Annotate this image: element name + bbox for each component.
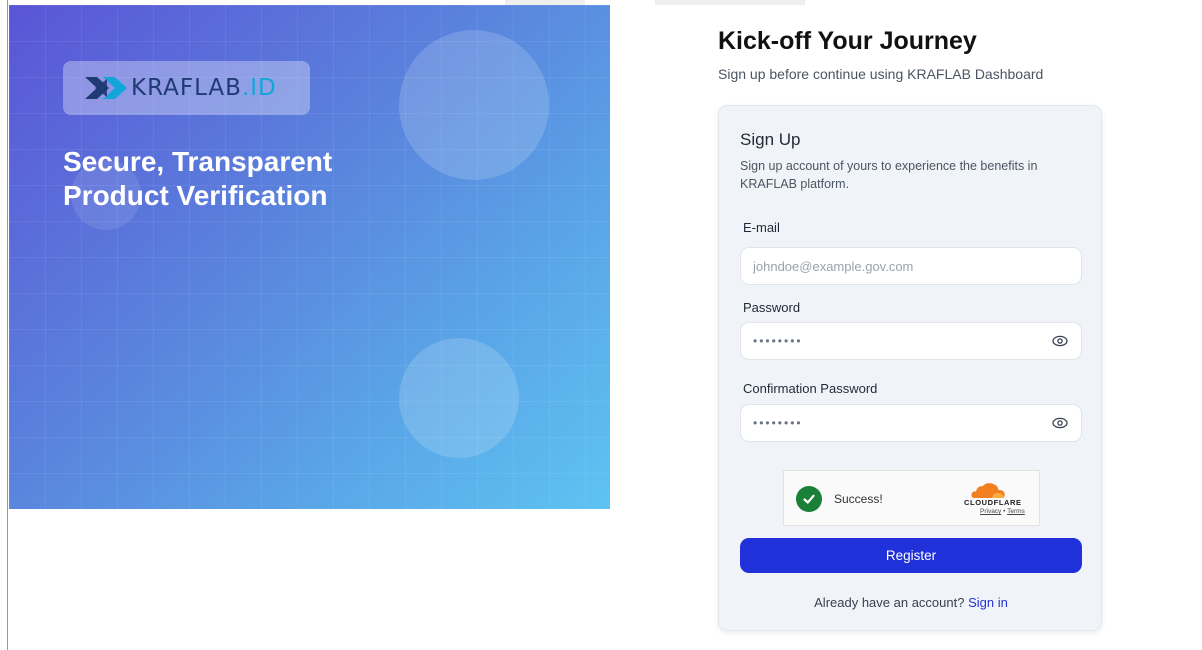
kraflab-logo-icon xyxy=(85,77,127,99)
captcha-status: Success! xyxy=(834,492,883,506)
brand-logo: KRAFLAB.ID xyxy=(63,61,310,115)
eye-icon[interactable] xyxy=(1051,414,1069,432)
hero-decor-circle xyxy=(399,338,519,458)
email-label: E-mail xyxy=(743,220,780,235)
hero-panel: KRAFLAB.ID Secure, Transparent Product V… xyxy=(9,5,610,509)
email-field[interactable] xyxy=(753,258,1069,274)
hero-title-line: Product Verification xyxy=(63,180,328,211)
form-title: Sign Up xyxy=(740,130,801,149)
brand-name: KRAFLAB xyxy=(131,75,242,101)
captcha-widget[interactable]: Success! CLOUDFLARE Privacy • Terms xyxy=(783,470,1040,526)
confirm-password-field[interactable]: •••••••• xyxy=(740,404,1082,442)
page-title: Kick-off Your Journey xyxy=(718,27,977,55)
link-separator: • xyxy=(1003,508,1006,515)
captcha-links: Privacy • Terms xyxy=(980,508,1025,515)
hero-title: Secure, Transparent Product Verification xyxy=(63,145,483,213)
cloudflare-cloud-icon xyxy=(971,483,1005,498)
signin-link[interactable]: Sign in xyxy=(968,595,1008,610)
check-icon xyxy=(796,486,822,512)
eye-icon[interactable] xyxy=(1051,332,1069,350)
top-border-segment xyxy=(655,0,805,5)
privacy-link[interactable]: Privacy xyxy=(980,508,1001,515)
page-subtitle: Sign up before continue using KRAFLAB Da… xyxy=(718,66,1044,82)
signin-prompt: Already have an account? xyxy=(814,595,965,610)
signup-card: Sign Up Sign up account of yours to expe… xyxy=(718,105,1102,631)
confirm-password-label: Confirmation Password xyxy=(743,381,878,396)
signup-page: KRAFLAB.ID Secure, Transparent Product V… xyxy=(0,0,1202,650)
terms-link[interactable]: Terms xyxy=(1007,508,1025,515)
form-description: Sign up account of yours to experience t… xyxy=(740,159,1038,191)
brand-wordmark: KRAFLAB.ID xyxy=(131,75,277,101)
register-button[interactable]: Register xyxy=(740,538,1082,573)
email-field-wrapper xyxy=(740,247,1082,285)
password-value: •••••••• xyxy=(753,334,803,348)
captcha-provider: CLOUDFLARE xyxy=(964,498,1022,507)
brand-suffix: .ID xyxy=(241,75,277,101)
confirm-password-value: •••••••• xyxy=(753,416,803,430)
left-border xyxy=(0,0,8,650)
signin-prompt-row: Already have an account? Sign in xyxy=(719,595,1103,610)
hero-title-line: Secure, Transparent xyxy=(63,146,333,177)
password-label: Password xyxy=(743,300,801,315)
password-field[interactable]: •••••••• xyxy=(740,322,1082,360)
